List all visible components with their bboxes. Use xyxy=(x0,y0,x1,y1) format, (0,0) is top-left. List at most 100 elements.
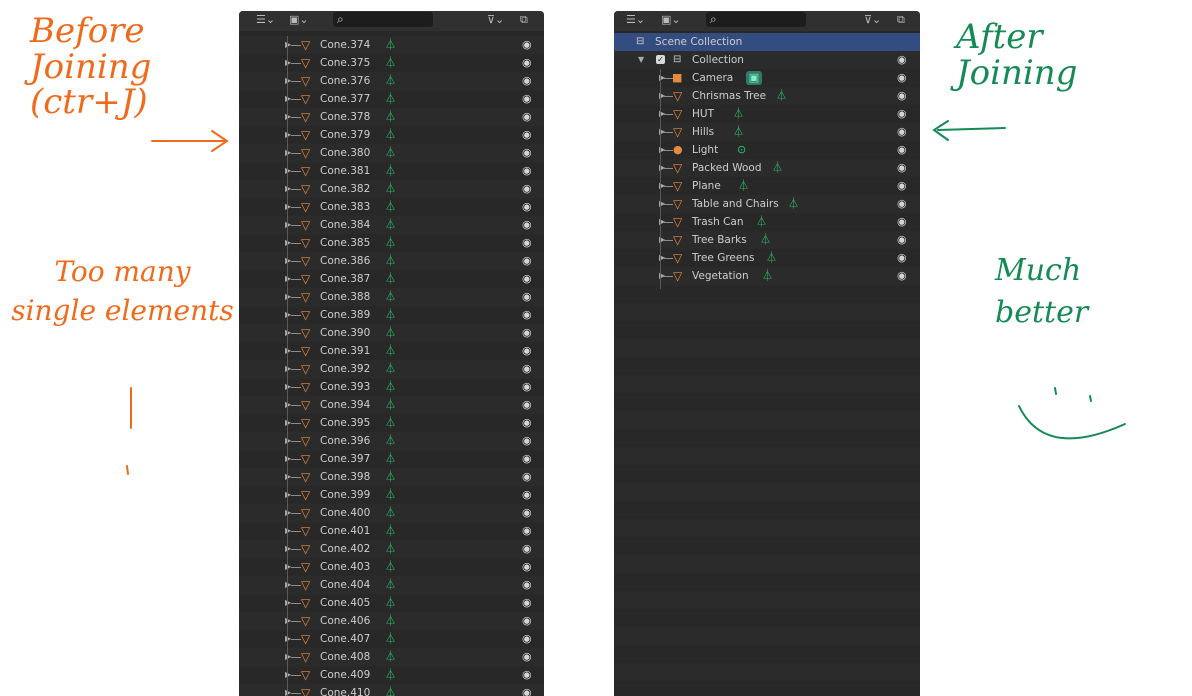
visibility-eye-icon[interactable]: ◉ xyxy=(522,540,532,558)
visibility-eye-icon[interactable]: ◉ xyxy=(522,54,532,72)
visibility-eye-icon[interactable]: ◉ xyxy=(522,612,532,630)
mesh-data-icon[interactable]: ⏃ xyxy=(385,180,396,198)
visibility-eye-icon[interactable]: ◉ xyxy=(522,684,532,696)
mesh-data-icon[interactable]: ⏃ xyxy=(385,162,396,180)
outliner-row[interactable]: ▶ ▽ Cone.390 ⏃ ◉ xyxy=(239,324,544,342)
mesh-data-icon[interactable]: ⏃ xyxy=(385,216,396,234)
visibility-eye-icon[interactable]: ◉ xyxy=(897,51,907,69)
mesh-data-icon[interactable]: ⏃ xyxy=(385,540,396,558)
visibility-eye-icon[interactable]: ◉ xyxy=(522,180,532,198)
mesh-data-icon[interactable]: ⏃ xyxy=(385,270,396,288)
visibility-eye-icon[interactable]: ◉ xyxy=(522,252,532,270)
expand-arrow-icon[interactable]: ▶ xyxy=(285,684,291,696)
visibility-eye-icon[interactable]: ◉ xyxy=(897,249,907,267)
outliner-row[interactable]: ▶ ▽ Cone.387 ⏃ ◉ xyxy=(239,270,544,288)
mesh-data-icon[interactable]: ⏃ xyxy=(385,666,396,684)
mesh-data-icon[interactable]: ⏃ xyxy=(385,576,396,594)
visibility-eye-icon[interactable]: ◉ xyxy=(522,324,532,342)
visibility-eye-icon[interactable]: ◉ xyxy=(897,267,907,285)
visibility-eye-icon[interactable]: ◉ xyxy=(522,522,532,540)
mesh-data-icon[interactable]: ⏃ xyxy=(385,342,396,360)
visibility-eye-icon[interactable]: ◉ xyxy=(897,105,907,123)
visibility-eye-icon[interactable]: ◉ xyxy=(522,306,532,324)
new-collection-icon[interactable]: ⧉ xyxy=(897,12,905,28)
collection-checkbox[interactable]: ✓ xyxy=(656,55,665,64)
outliner-row[interactable]: ▶ ▽ Cone.401 ⏃ ◉ xyxy=(239,522,544,540)
mesh-data-icon[interactable]: ⏃ xyxy=(385,630,396,648)
mesh-data-icon[interactable]: ⏃ xyxy=(385,288,396,306)
mesh-data-icon[interactable]: ⏃ xyxy=(738,177,749,195)
mesh-data-icon[interactable]: ⏃ xyxy=(385,522,396,540)
view-layer-icon[interactable]: ▣⌄ xyxy=(661,12,681,28)
outliner-row[interactable]: ▶ ▽ Cone.399 ⏃ ◉ xyxy=(239,486,544,504)
visibility-eye-icon[interactable]: ◉ xyxy=(522,90,532,108)
search-input[interactable]: ⌕ xyxy=(706,12,806,27)
outliner-row[interactable]: ▶ ▽ Cone.393 ⏃ ◉ xyxy=(239,378,544,396)
camera-data-icon[interactable]: ▣ xyxy=(746,71,762,85)
outliner-row[interactable]: ▶ ▽ Cone.396 ⏃ ◉ xyxy=(239,432,544,450)
mesh-data-icon[interactable]: ⏃ xyxy=(385,198,396,216)
visibility-eye-icon[interactable]: ◉ xyxy=(897,213,907,231)
visibility-eye-icon[interactable]: ◉ xyxy=(522,108,532,126)
visibility-eye-icon[interactable]: ◉ xyxy=(522,630,532,648)
mesh-data-icon[interactable]: ⏃ xyxy=(756,213,767,231)
outliner-row[interactable]: ▶ ▽ Cone.374 ⏃ ◉ xyxy=(239,36,544,54)
mesh-data-icon[interactable]: ⏃ xyxy=(776,87,787,105)
mesh-data-icon[interactable]: ⏃ xyxy=(385,108,396,126)
mesh-data-icon[interactable]: ⏃ xyxy=(385,684,396,696)
visibility-eye-icon[interactable]: ◉ xyxy=(522,72,532,90)
visibility-eye-icon[interactable]: ◉ xyxy=(522,396,532,414)
mesh-data-icon[interactable]: ⏃ xyxy=(385,252,396,270)
visibility-eye-icon[interactable]: ◉ xyxy=(897,195,907,213)
filter-icon[interactable]: ⊽⌄ xyxy=(864,12,881,28)
visibility-eye-icon[interactable]: ◉ xyxy=(522,234,532,252)
mesh-data-icon[interactable]: ⏃ xyxy=(733,105,744,123)
visibility-eye-icon[interactable]: ◉ xyxy=(522,504,532,522)
outliner-row[interactable]: ▶ ▽ Cone.381 ⏃ ◉ xyxy=(239,162,544,180)
visibility-eye-icon[interactable]: ◉ xyxy=(897,87,907,105)
outliner-row[interactable]: ▶ ▽ Cone.394 ⏃ ◉ xyxy=(239,396,544,414)
mesh-data-icon[interactable]: ⏃ xyxy=(385,450,396,468)
search-input[interactable]: ⌕ xyxy=(333,12,433,27)
mesh-data-icon[interactable]: ⏃ xyxy=(385,324,396,342)
visibility-eye-icon[interactable]: ◉ xyxy=(522,216,532,234)
mesh-data-icon[interactable]: ⏃ xyxy=(385,234,396,252)
outliner-row[interactable]: ▶ ▽ Cone.391 ⏃ ◉ xyxy=(239,342,544,360)
new-collection-icon[interactable]: ⧉ xyxy=(520,12,528,28)
outliner-row[interactable]: ▶ ▽ Cone.398 ⏃ ◉ xyxy=(239,468,544,486)
collapse-arrow-icon[interactable]: ▼ xyxy=(638,51,644,69)
visibility-eye-icon[interactable]: ◉ xyxy=(522,162,532,180)
visibility-eye-icon[interactable]: ◉ xyxy=(522,576,532,594)
outliner-row[interactable]: ▶ ▽ Cone.410 ⏃ ◉ xyxy=(239,684,544,696)
visibility-eye-icon[interactable]: ◉ xyxy=(522,144,532,162)
outliner-row[interactable]: ▶ ▽ Cone.407 ⏃ ◉ xyxy=(239,630,544,648)
visibility-eye-icon[interactable]: ◉ xyxy=(522,198,532,216)
outliner-row[interactable]: ▶ ▽ Cone.376 ⏃ ◉ xyxy=(239,72,544,90)
display-mode-icon[interactable]: ☰⌄ xyxy=(626,12,645,28)
outliner-row[interactable]: ▶ ▽ Cone.408 ⏃ ◉ xyxy=(239,648,544,666)
outliner-row[interactable]: ▶ ▽ Cone.404 ⏃ ◉ xyxy=(239,576,544,594)
outliner-row[interactable]: ▶ ▽ Cone.409 ⏃ ◉ xyxy=(239,666,544,684)
visibility-eye-icon[interactable]: ◉ xyxy=(522,270,532,288)
outliner-row[interactable]: ▶ ▽ Cone.380 ⏃ ◉ xyxy=(239,144,544,162)
visibility-eye-icon[interactable]: ◉ xyxy=(897,177,907,195)
mesh-data-icon[interactable]: ⏃ xyxy=(760,231,771,249)
mesh-data-icon[interactable]: ⏃ xyxy=(385,378,396,396)
visibility-eye-icon[interactable]: ◉ xyxy=(522,648,532,666)
mesh-data-icon[interactable]: ⏃ xyxy=(385,36,396,54)
outliner-row[interactable]: ▶ ▽ Cone.382 ⏃ ◉ xyxy=(239,180,544,198)
mesh-data-icon[interactable]: ⏃ xyxy=(385,648,396,666)
visibility-eye-icon[interactable]: ◉ xyxy=(522,486,532,504)
mesh-data-icon[interactable]: ⏃ xyxy=(385,414,396,432)
mesh-data-icon[interactable]: ⏃ xyxy=(385,126,396,144)
mesh-data-icon[interactable]: ⏃ xyxy=(385,504,396,522)
mesh-data-icon[interactable]: ⏃ xyxy=(385,432,396,450)
outliner-row[interactable]: ▶ ▽ Cone.385 ⏃ ◉ xyxy=(239,234,544,252)
view-layer-icon[interactable]: ▣⌄ xyxy=(289,12,309,28)
mesh-data-icon[interactable]: ⏃ xyxy=(385,144,396,162)
outliner-row[interactable]: ▶ ▽ Cone.384 ⏃ ◉ xyxy=(239,216,544,234)
mesh-data-icon[interactable]: ⏃ xyxy=(788,195,799,213)
visibility-eye-icon[interactable]: ◉ xyxy=(522,414,532,432)
outliner-row[interactable]: ▶ ▽ Cone.397 ⏃ ◉ xyxy=(239,450,544,468)
visibility-eye-icon[interactable]: ◉ xyxy=(522,288,532,306)
